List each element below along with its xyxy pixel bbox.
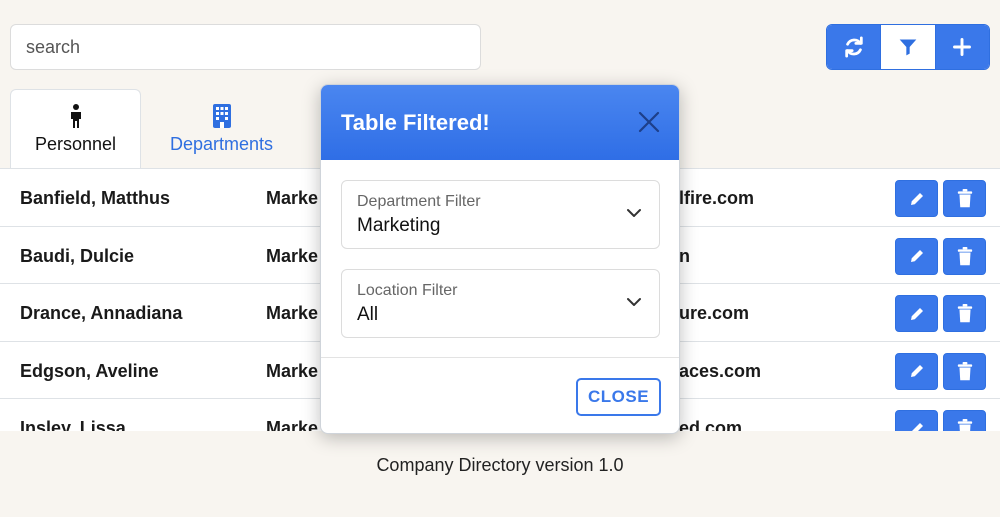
row-email: ure.com bbox=[679, 303, 750, 323]
department-filter-label: Department Filter bbox=[357, 193, 481, 210]
pencil-icon bbox=[910, 192, 923, 205]
chevron-down-icon bbox=[627, 298, 641, 306]
row-email: n bbox=[679, 245, 690, 266]
close-button[interactable]: CLOSE bbox=[576, 378, 661, 416]
edit-button[interactable] bbox=[895, 410, 938, 431]
row-name: Drance, Annadiana bbox=[20, 303, 183, 323]
trash-icon bbox=[957, 361, 972, 380]
department-filter-select[interactable]: Department Filter Marketing bbox=[341, 180, 660, 249]
building-icon bbox=[212, 104, 231, 128]
delete-button[interactable] bbox=[943, 295, 986, 332]
refresh-button[interactable] bbox=[827, 25, 881, 69]
pencil-icon bbox=[911, 422, 923, 431]
add-button[interactable] bbox=[934, 25, 989, 69]
delete-button[interactable] bbox=[943, 180, 986, 217]
row-email: lfire.com bbox=[679, 188, 755, 208]
trash-icon bbox=[957, 189, 972, 208]
modal-footer: CLOSE bbox=[321, 357, 679, 433]
filter-icon bbox=[899, 39, 917, 56]
row-department: Marke bbox=[266, 418, 319, 431]
pencil-icon bbox=[910, 365, 923, 377]
row-department: Marke bbox=[266, 360, 319, 381]
row-email: aces.com bbox=[679, 360, 762, 381]
department-filter-value: Marketing bbox=[357, 215, 441, 236]
modal-header: Table Filtered! bbox=[321, 85, 679, 160]
chevron-down-icon bbox=[627, 209, 641, 217]
toolbar-button-group bbox=[826, 24, 990, 70]
filter-button[interactable] bbox=[880, 25, 935, 69]
tab-departments[interactable]: Departments bbox=[156, 89, 287, 169]
delete-button[interactable] bbox=[943, 410, 986, 431]
search-input[interactable] bbox=[10, 24, 481, 70]
edit-button[interactable] bbox=[895, 295, 938, 332]
row-department: Marke bbox=[266, 188, 319, 208]
person-icon bbox=[70, 104, 81, 128]
trash-icon bbox=[957, 419, 972, 431]
trash-icon bbox=[957, 304, 972, 323]
row-department: Marke bbox=[266, 303, 319, 323]
row-name: Banfield, Matthus bbox=[20, 188, 171, 208]
tab-personnel[interactable]: Personnel bbox=[10, 89, 141, 169]
delete-button[interactable] bbox=[943, 352, 986, 390]
edit-button[interactable] bbox=[895, 352, 938, 390]
refresh-icon bbox=[844, 36, 863, 58]
pencil-icon bbox=[910, 250, 923, 262]
location-filter-value: All bbox=[357, 304, 379, 325]
pencil-icon bbox=[910, 307, 923, 320]
location-filter-label: Location Filter bbox=[357, 282, 458, 299]
footer-version: Company Directory version 1.0 bbox=[376, 455, 624, 475]
modal-title: Table Filtered! bbox=[341, 110, 490, 135]
row-name: Edgson, Aveline bbox=[20, 360, 159, 381]
trash-icon bbox=[957, 246, 972, 265]
location-filter-select[interactable]: Location Filter All bbox=[341, 269, 660, 338]
delete-button[interactable] bbox=[943, 237, 986, 275]
tab-personnel-label: Personnel bbox=[34, 134, 117, 154]
row-email: ed.com bbox=[679, 418, 743, 431]
edit-button[interactable] bbox=[895, 180, 938, 217]
edit-button[interactable] bbox=[895, 237, 938, 275]
row-name: Insley, Lissa bbox=[20, 418, 126, 431]
filter-modal: Table Filtered! Department Filter Market… bbox=[320, 84, 680, 434]
row-name: Baudi, Dulcie bbox=[20, 245, 135, 266]
close-icon[interactable] bbox=[637, 110, 661, 134]
row-department: Marke bbox=[266, 245, 319, 266]
plus-icon bbox=[953, 38, 972, 56]
tab-departments-label: Departments bbox=[169, 134, 274, 154]
